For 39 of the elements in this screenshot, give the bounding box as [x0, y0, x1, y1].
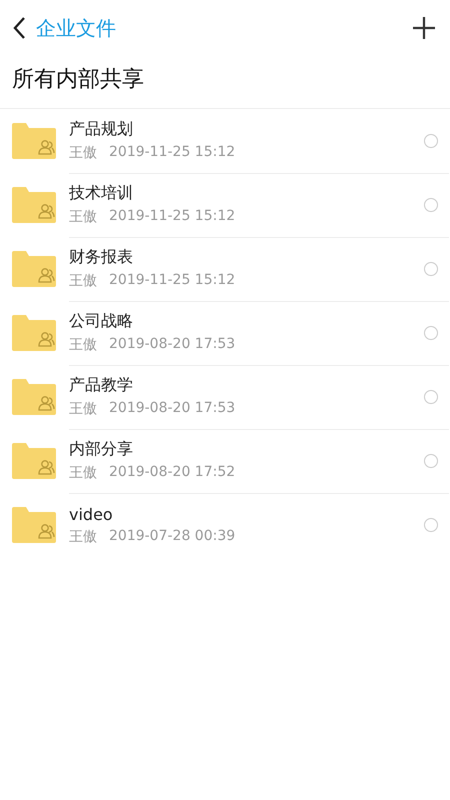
owner-name: 王傲	[69, 528, 97, 546]
shared-folder-icon	[12, 379, 56, 415]
select-radio[interactable]	[424, 198, 438, 212]
page-title: 企业文件	[36, 14, 117, 42]
section-heading: 所有内部共享	[0, 56, 450, 109]
modified-time: 2019-08-20 17:52	[109, 464, 236, 482]
owner-name: 王傲	[69, 336, 97, 354]
folder-name[interactable]: 财务报表	[69, 247, 133, 268]
modified-time: 2019-07-28 00:39	[109, 528, 236, 546]
select-radio[interactable]	[424, 390, 438, 404]
folder-name[interactable]: 产品规划	[69, 119, 133, 140]
owner-name: 王傲	[69, 400, 97, 418]
shared-folder-icon	[12, 123, 56, 159]
owner-name: 王傲	[69, 144, 97, 162]
owner-name: 王傲	[69, 464, 97, 482]
shared-folder-icon	[12, 187, 56, 223]
shared-folder-icon	[12, 315, 56, 351]
folder-name[interactable]: 内部分享	[69, 439, 133, 460]
folder-name[interactable]: 产品教学	[69, 375, 133, 396]
folder-name[interactable]: 公司战略	[69, 311, 133, 332]
folder-name[interactable]: video	[69, 504, 113, 524]
select-radio[interactable]	[424, 518, 438, 532]
select-radio[interactable]	[424, 454, 438, 468]
shared-folder-icon	[12, 507, 56, 543]
add-icon[interactable]	[412, 16, 436, 40]
owner-name: 王傲	[69, 272, 97, 290]
select-radio[interactable]	[424, 262, 438, 276]
modified-time: 2019-11-25 15:12	[109, 272, 236, 290]
modified-time: 2019-11-25 15:12	[109, 144, 236, 162]
owner-name: 王傲	[69, 208, 97, 226]
shared-folder-icon	[12, 443, 56, 479]
shared-folder-icon	[12, 251, 56, 287]
back-icon[interactable]	[12, 16, 26, 40]
modified-time: 2019-08-20 17:53	[109, 336, 236, 354]
select-radio[interactable]	[424, 326, 438, 340]
select-radio[interactable]	[424, 134, 438, 148]
modified-time: 2019-11-25 15:12	[109, 208, 236, 226]
folder-name[interactable]: 技术培训	[69, 183, 133, 204]
modified-time: 2019-08-20 17:53	[109, 400, 236, 418]
